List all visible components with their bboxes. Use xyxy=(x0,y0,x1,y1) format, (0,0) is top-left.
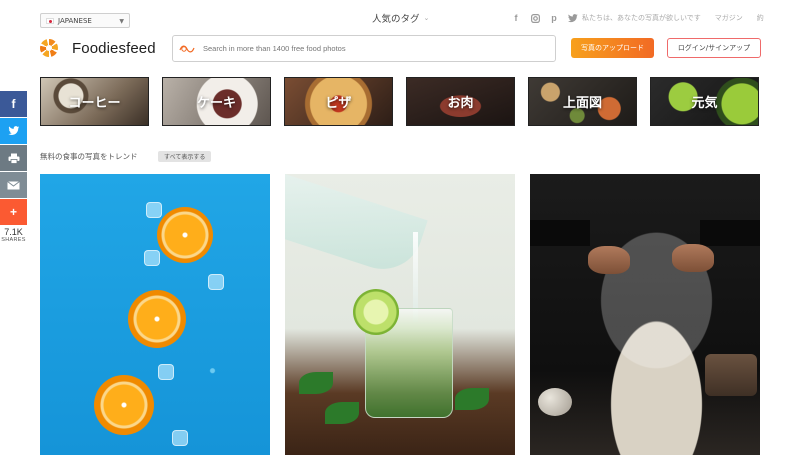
instagram-icon[interactable] xyxy=(530,13,540,23)
bowl-image xyxy=(705,354,757,396)
facebook-icon[interactable]: f xyxy=(511,13,521,23)
facebook-share-button[interactable]: f xyxy=(0,91,27,117)
category-label: 元気 xyxy=(691,96,718,111)
mint-leaf-image xyxy=(455,388,489,410)
print-share-button[interactable] xyxy=(0,145,27,171)
upload-photo-button[interactable]: 写真のアップロード xyxy=(571,38,654,58)
language-select[interactable]: JAPANESE ▼ xyxy=(40,13,130,28)
pinterest-icon[interactable]: p xyxy=(549,13,559,23)
search-icon xyxy=(179,45,195,52)
chevron-down-icon: ⌄ xyxy=(423,14,430,22)
ice-cube-image xyxy=(144,250,160,266)
trending-title: 無料の食事の写真をトレンド xyxy=(40,152,138,161)
twitter-icon xyxy=(7,126,19,135)
popular-tags-label: 人気のタグ xyxy=(372,14,420,25)
search-bar[interactable] xyxy=(172,35,556,62)
eggs-image xyxy=(538,388,572,416)
share-count: 7.1K xyxy=(4,227,23,237)
orange-slice-image xyxy=(128,290,186,348)
email-icon xyxy=(7,180,20,189)
plus-icon: + xyxy=(9,205,17,219)
facebook-icon: f xyxy=(11,97,16,111)
logo-text: Foodiesfeed xyxy=(72,39,156,57)
ice-cube-image xyxy=(172,430,188,446)
want-your-photos-link[interactable]: 私たちは、あなたの写真が欲しいです xyxy=(582,13,701,23)
photo-grid xyxy=(40,174,760,455)
sleeve-image xyxy=(530,220,590,246)
photo-orange-slices[interactable] xyxy=(40,174,270,455)
photo-mojito-pour[interactable] xyxy=(285,174,515,455)
site-logo[interactable]: Foodiesfeed xyxy=(40,39,156,57)
ice-cube-image xyxy=(158,364,174,380)
language-label: JAPANESE xyxy=(58,16,92,25)
category-healthy[interactable]: 元気 xyxy=(650,77,759,126)
mint-leaf-image xyxy=(299,372,333,394)
hand-image xyxy=(672,244,714,272)
category-pizza[interactable]: ピザ xyxy=(284,77,393,126)
email-share-button[interactable] xyxy=(0,172,27,198)
category-meat[interactable]: お肉 xyxy=(406,77,515,126)
photo-flour-hands[interactable] xyxy=(530,174,760,455)
logo-icon xyxy=(40,39,58,57)
more-share-button[interactable]: + xyxy=(0,199,27,225)
login-signup-button[interactable]: ログイン/サインアップ xyxy=(667,38,761,58)
magazine-link[interactable]: マガジン xyxy=(715,13,743,23)
category-label: コーヒー xyxy=(68,96,121,111)
search-input[interactable] xyxy=(203,44,543,53)
orange-slice-image xyxy=(94,375,154,435)
category-tiles: コーヒー ケーキ ピザ お肉 上面図 元気 xyxy=(40,77,759,126)
orange-slice-image xyxy=(157,207,213,263)
top-links: 私たちは、あなたの写真が欲しいです マガジン 約 xyxy=(582,13,764,23)
category-coffee[interactable]: コーヒー xyxy=(40,77,149,126)
bottle-image xyxy=(285,174,428,280)
lime-slice-image xyxy=(353,289,399,335)
share-label: SHARES xyxy=(1,237,26,243)
ice-cube-image xyxy=(208,274,224,290)
category-label: お肉 xyxy=(447,96,474,111)
twitter-share-button[interactable] xyxy=(0,118,27,144)
chevron-down-icon: ▼ xyxy=(119,18,124,25)
about-link[interactable]: 約 xyxy=(757,13,764,23)
ice-cube-image xyxy=(146,202,162,218)
share-sidebar: f + 7.1K SHARES xyxy=(0,91,27,243)
category-top-view[interactable]: 上面図 xyxy=(528,77,637,126)
mint-leaf-image xyxy=(325,402,359,424)
popular-tags-menu[interactable]: 人気のタグ ⌄ xyxy=(372,11,429,25)
category-label: ケーキ xyxy=(196,96,236,111)
japan-flag-icon xyxy=(46,17,54,24)
print-icon xyxy=(8,153,19,164)
category-label: 上面図 xyxy=(562,96,602,111)
social-links: f p xyxy=(511,13,578,23)
category-label: ピザ xyxy=(325,96,352,111)
sleeve-image xyxy=(700,220,760,246)
twitter-icon[interactable] xyxy=(568,13,578,23)
category-cake[interactable]: ケーキ xyxy=(162,77,271,126)
see-all-button[interactable]: すべて表示する xyxy=(158,151,212,162)
hand-image xyxy=(588,246,630,274)
